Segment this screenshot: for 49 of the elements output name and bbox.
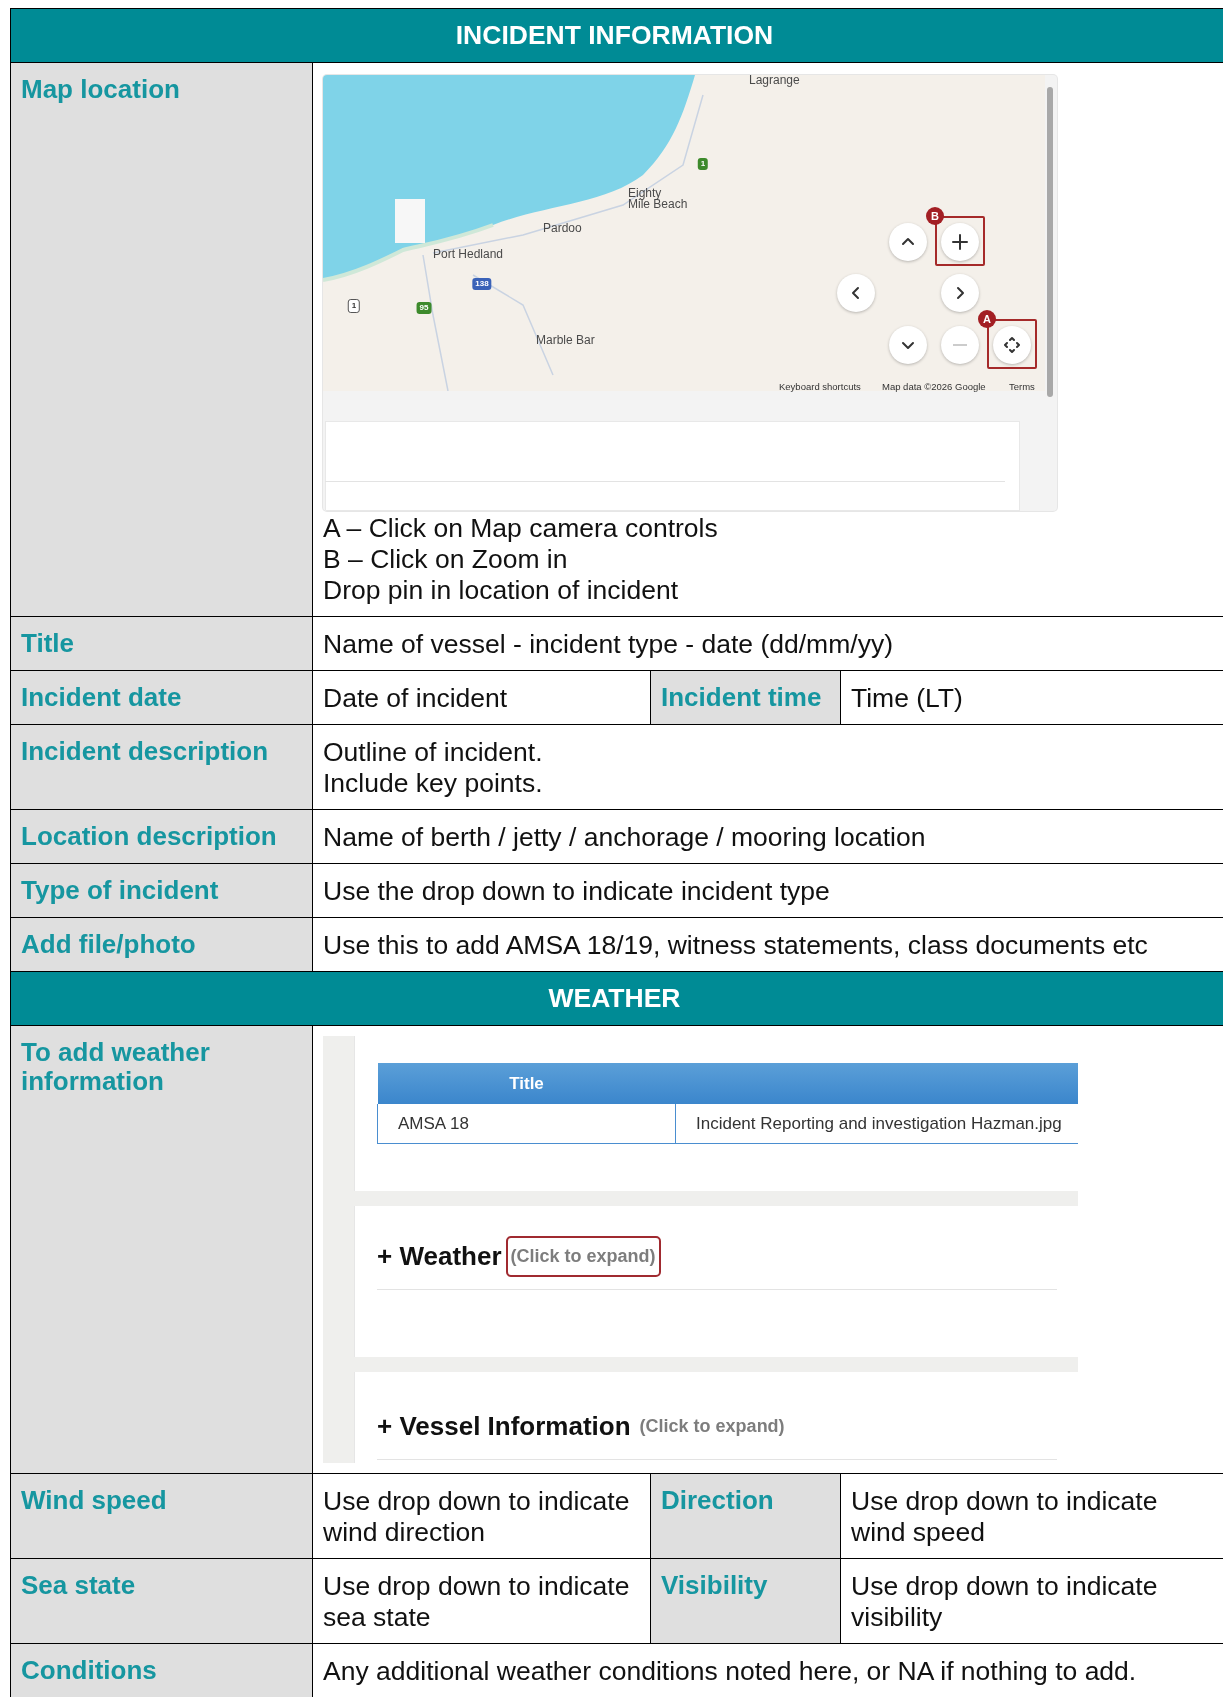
place-label: Lagrange xyxy=(749,75,800,86)
field-value: Outline of incident. Include key points. xyxy=(312,725,1223,809)
instruction-text: A – Click on Map camera controls xyxy=(323,513,719,544)
field-value: Use this to add AMSA 18/19, witness statements, class documents etc xyxy=(312,918,1223,971)
field-label: Incident date xyxy=(10,671,312,724)
expand-hint[interactable]: (Click to expand) xyxy=(505,1236,661,1277)
place-label: Pardoo xyxy=(543,222,582,234)
field-label: Location description xyxy=(10,810,312,863)
field-value: Name of vessel - incident type - date (dd/mm/yy) xyxy=(312,617,1223,670)
panel-title[interactable]: + Vessel Information xyxy=(377,1411,631,1442)
section-header: INCIDENT INFORMATION xyxy=(10,9,1223,63)
field-value: Use the drop down to indicate incident type xyxy=(312,864,1223,917)
field-value: Any additional weather conditions noted here, or NA if nothing to add. xyxy=(312,1644,1223,1697)
field-label: Incident description xyxy=(10,725,312,809)
field-label: Wind speed xyxy=(10,1474,312,1558)
minus-icon xyxy=(953,344,967,346)
field-value: Time (LT) xyxy=(840,671,1223,724)
instruction-text: Drop pin in location of incident xyxy=(323,575,680,606)
field-value: Name of berth / jetty / anchorage / mooring location xyxy=(312,810,1223,863)
expand-hint[interactable]: (Click to expand) xyxy=(634,1406,790,1447)
map-footer-text: Map data ©2026 Google xyxy=(882,380,986,394)
column-header: Title xyxy=(377,1063,676,1104)
field-value: Use drop down to indicate visibility xyxy=(840,1559,1223,1643)
field-label: Sea state xyxy=(10,1559,312,1643)
place-label: Marble Bar xyxy=(536,334,595,346)
road-shield: 1 xyxy=(347,299,361,313)
panel-title[interactable]: + Weather xyxy=(377,1241,502,1272)
field-label: Map location xyxy=(10,63,312,616)
field-label: Incident time xyxy=(650,671,840,724)
camera-control-icon xyxy=(1003,336,1021,354)
place-label: Port Hedland xyxy=(433,248,504,260)
instruction-text: B – Click on Zoom in xyxy=(323,544,569,575)
map-footer-text[interactable]: Keyboard shortcuts xyxy=(779,371,861,402)
section-header: WEATHER xyxy=(10,972,1223,1026)
road-shield: 1 xyxy=(697,158,709,170)
plus-icon xyxy=(951,233,969,251)
field-label: To add weather information xyxy=(10,1026,312,1473)
field-label: Title xyxy=(10,617,312,670)
terms-link[interactable]: Terms xyxy=(1009,371,1035,402)
place-label: Eighty Mile Beach xyxy=(628,188,688,210)
field-label: Direction xyxy=(650,1474,840,1558)
road-shield: 95 xyxy=(416,302,432,314)
table-cell: AMSA 18 xyxy=(377,1104,676,1144)
field-value: Use drop down to indicate wind speed xyxy=(840,1474,1223,1558)
road-shield: 138 xyxy=(472,278,492,290)
field-label: Visibility xyxy=(650,1559,840,1643)
field-label: Add file/photo xyxy=(10,918,312,971)
field-label: Conditions xyxy=(10,1644,312,1697)
field-label: Type of incident xyxy=(10,864,312,917)
